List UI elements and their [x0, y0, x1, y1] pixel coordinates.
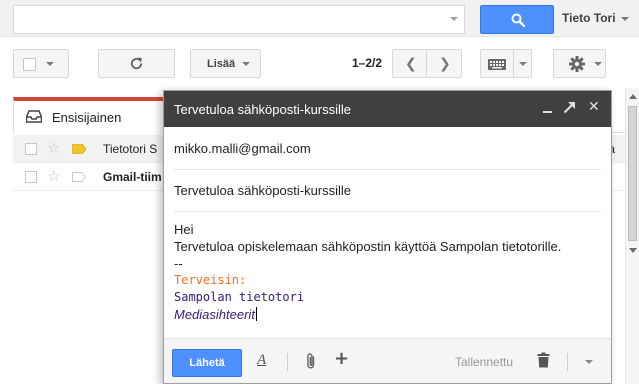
tab-primary[interactable]: Ensisijainen: [13, 97, 168, 133]
to-field[interactable]: mikko.malli@gmail.com: [174, 141, 311, 156]
signature-department-line: Mediasihteerit: [174, 306, 604, 323]
chevron-down-icon: [594, 62, 602, 66]
signature-separator: --: [174, 256, 183, 271]
row-checkbox[interactable]: [25, 171, 37, 183]
more-actions-label: Lisää: [207, 58, 236, 70]
scroll-down-arrow-icon[interactable]: [629, 248, 637, 253]
divider: [287, 353, 288, 371]
gear-icon: [569, 56, 585, 72]
refresh-icon: [130, 57, 143, 70]
older-page-button[interactable]: ❯: [426, 49, 462, 78]
text-cursor: [255, 307, 257, 321]
close-icon[interactable]: ✕: [588, 100, 600, 114]
chevron-down-icon[interactable]: [519, 62, 527, 66]
more-actions-button[interactable]: Lisää: [190, 49, 261, 78]
message-body[interactable]: Hei Tervetuloa opiskelemaan sähköpostin …: [174, 221, 604, 323]
body-greeting: Hei: [174, 222, 194, 237]
refresh-button[interactable]: [98, 49, 175, 78]
compose-footer: Lähetä A + Tallennettu: [164, 338, 611, 383]
tab-primary-label: Ensisijainen: [52, 110, 122, 125]
signature-department: Mediasihteerit: [174, 307, 255, 322]
search-options-caret-icon[interactable]: [450, 17, 458, 21]
divider: [567, 353, 568, 371]
chevron-down-icon: [46, 62, 54, 66]
pagination-count: 1–2/2: [352, 56, 383, 70]
row-sender: Gmail-tiim: [103, 170, 162, 184]
settings-button[interactable]: [553, 49, 606, 78]
row-checkbox[interactable]: [25, 143, 37, 155]
search-button[interactable]: [480, 5, 554, 34]
chevron-down-icon[interactable]: [585, 360, 593, 364]
chevron-left-icon: ❮: [405, 56, 417, 72]
minimize-icon[interactable]: [543, 111, 552, 113]
formatting-options-icon[interactable]: A: [257, 353, 266, 368]
top-bar: Tieto Tori: [0, 0, 639, 37]
more-options-plus-icon[interactable]: +: [334, 349, 349, 369]
signature-organization: Sampolan tietotori: [174, 290, 305, 304]
scrollbar-thumb[interactable]: [628, 106, 637, 241]
keyboard-icon: [488, 59, 506, 70]
star-icon[interactable]: ☆: [47, 167, 60, 185]
pop-out-icon[interactable]: [563, 101, 576, 114]
account-name[interactable]: Tieto Tori: [562, 11, 616, 25]
compose-title: Tervetuloa sähköposti-kurssille: [174, 102, 352, 117]
divider: [174, 169, 601, 170]
inbox-icon: [26, 110, 42, 123]
star-icon[interactable]: ☆: [47, 139, 60, 157]
search-icon: [511, 13, 525, 27]
chevron-right-icon: ❯: [439, 56, 451, 72]
chevron-down-icon: [242, 62, 250, 66]
compose-window: Tervetuloa sähköposti-kurssille ✕ mikko.…: [163, 90, 612, 384]
row-sender: Tietotori S: [103, 142, 158, 156]
search-input[interactable]: [13, 5, 465, 34]
trash-icon[interactable]: [537, 352, 550, 368]
scroll-up-arrow-icon[interactable]: [629, 94, 637, 99]
select-all-checkbox[interactable]: [23, 58, 36, 71]
divider: [174, 211, 601, 212]
paperclip-icon[interactable]: [305, 352, 317, 370]
button-divider: [513, 50, 514, 77]
draft-saved-status: Tallennettu: [455, 355, 514, 369]
signature-regards: Terveisin:: [174, 273, 247, 287]
newer-page-button[interactable]: ❮: [392, 49, 427, 78]
send-button[interactable]: Lähetä: [172, 349, 242, 377]
important-marker-icon[interactable]: [72, 144, 86, 154]
account-menu-caret-icon[interactable]: [621, 17, 629, 21]
scrollbar[interactable]: [625, 88, 639, 384]
body-text: Tervetuloa opiskelemaan sähköpostin käyt…: [174, 239, 562, 254]
input-tools-button[interactable]: [480, 49, 532, 78]
select-all-button[interactable]: [13, 49, 69, 78]
subject-field[interactable]: Tervetuloa sähköposti-kurssille: [174, 183, 351, 198]
important-marker-icon[interactable]: [72, 172, 86, 182]
compose-header[interactable]: Tervetuloa sähköposti-kurssille ✕: [164, 91, 611, 127]
